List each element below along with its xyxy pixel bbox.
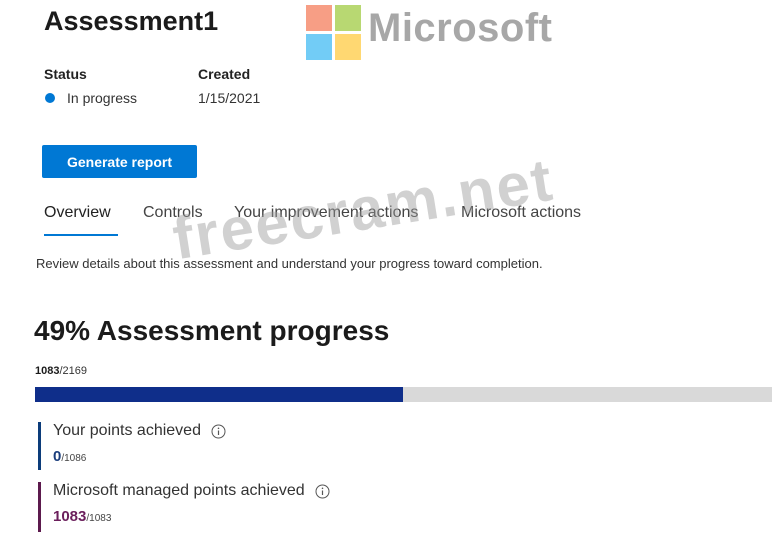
assessment-title: Assessment1 [44, 6, 219, 36]
status-dot-icon [45, 93, 55, 103]
progress-count: 1083/2169 [35, 365, 87, 377]
progress-bar [35, 387, 772, 402]
microsoft-points-label: Microsoft managed points achieved [53, 482, 305, 499]
your-points-label: Your points achieved [53, 422, 201, 439]
info-icon[interactable] [211, 424, 226, 439]
info-icon[interactable] [315, 484, 330, 499]
progress-heading: 49% Assessment progress [34, 315, 390, 346]
your-points-panel: Your points achieved 0/1086 [38, 422, 226, 470]
progress-total: /2169 [59, 365, 88, 377]
watermark-text: freecram.net [168, 145, 559, 273]
microsoft-logo-icon [306, 5, 362, 61]
created-label: Created [198, 66, 251, 82]
tab-overview[interactable]: Overview [44, 204, 111, 222]
generate-report-button[interactable]: Generate report [42, 145, 197, 178]
status-value: In progress [67, 90, 138, 106]
microsoft-points-panel: Microsoft managed points achieved 1083/1… [38, 482, 330, 532]
status-label: Status [44, 66, 87, 82]
page-description: Review details about this assessment and… [36, 256, 543, 271]
microsoft-points-value: 1083 [53, 508, 87, 525]
created-date: 1/15/2021 [198, 90, 261, 106]
your-points-denominator: /1086 [61, 453, 87, 464]
active-tab-indicator [44, 234, 118, 236]
progress-achieved: 1083 [35, 365, 60, 377]
progress-bar-fill [35, 387, 403, 402]
microsoft-wordmark: Microsoft [368, 6, 553, 50]
microsoft-points-denominator: /1083 [86, 513, 112, 524]
